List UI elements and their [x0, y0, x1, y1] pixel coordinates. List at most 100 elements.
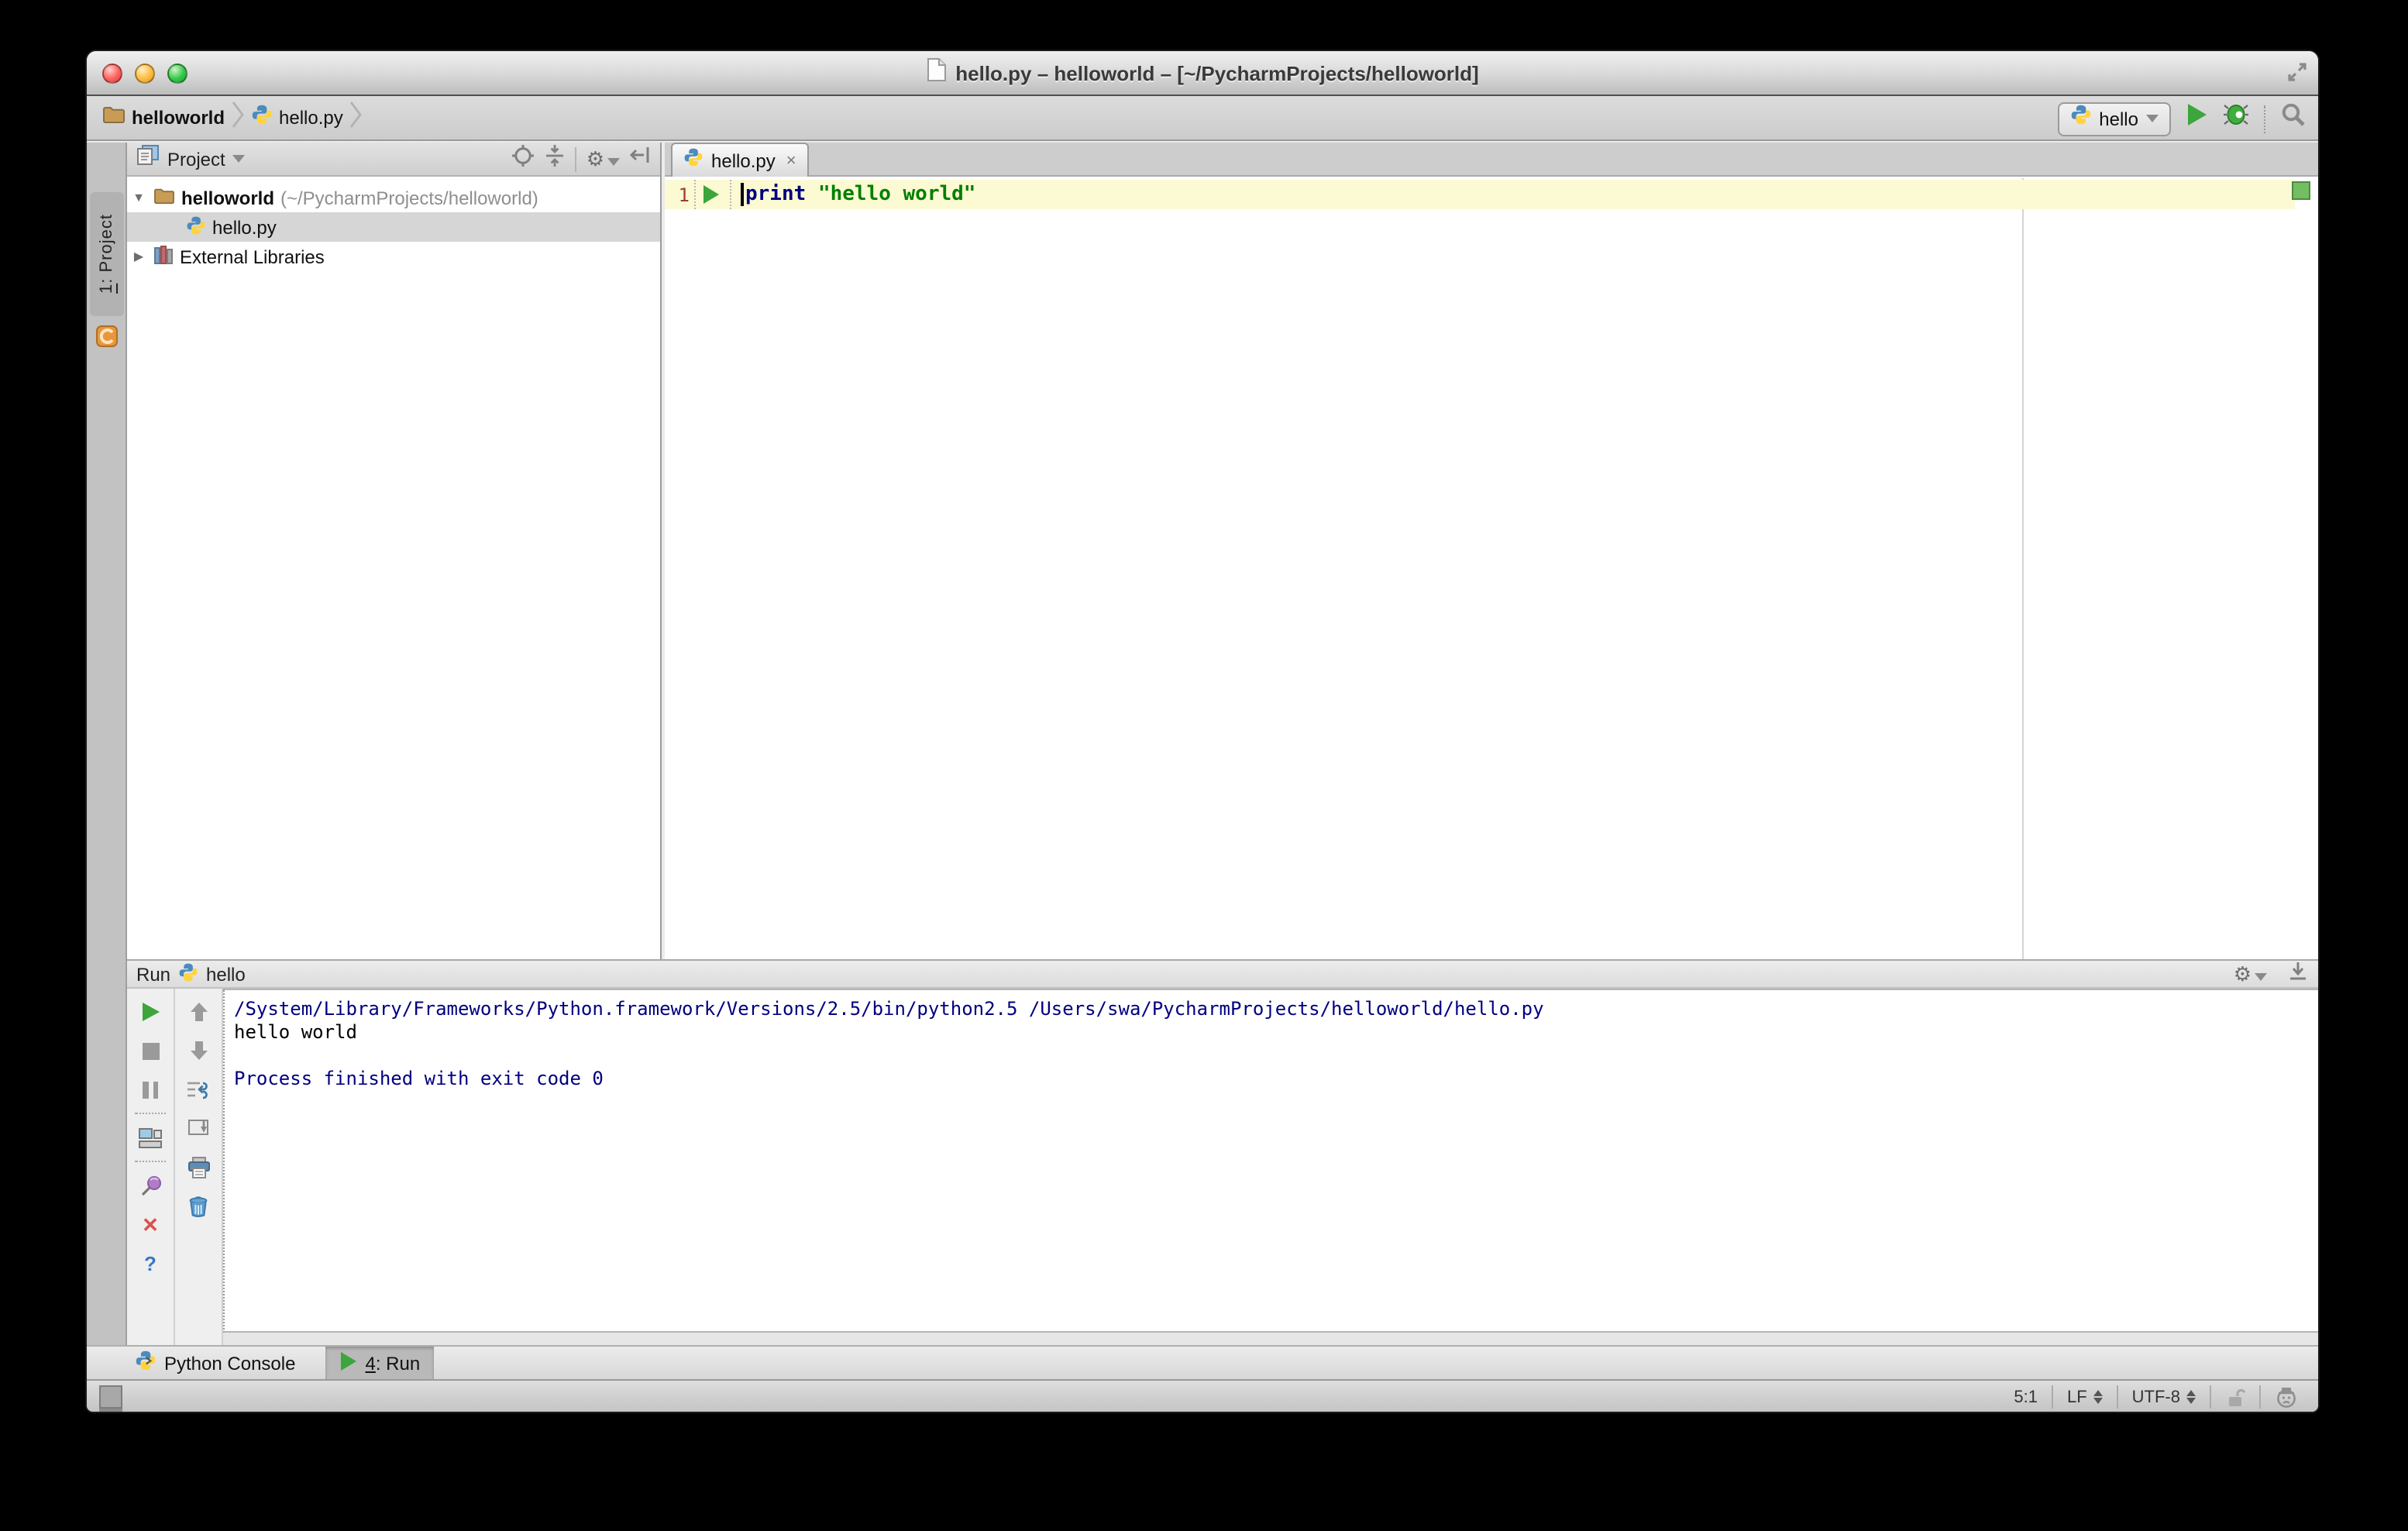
console-line: Process finished with exit code 0 [234, 1068, 604, 1089]
run-green-icon [339, 1350, 357, 1375]
toolbar-separator [2264, 105, 2267, 132]
settings-gear-icon[interactable]: ⚙ [2234, 963, 2267, 985]
pycharm-logo-icon [96, 325, 118, 355]
inspection-status-indicator[interactable] [2292, 181, 2310, 200]
readonly-lock-icon[interactable] [2210, 1385, 2259, 1409]
search-icon[interactable] [2281, 102, 2306, 135]
python-icon [2069, 104, 2091, 133]
run-tool-button-label: 4: Run [365, 1352, 421, 1374]
soft-wrap-icon[interactable] [184, 1079, 212, 1100]
pause-output-button[interactable] [136, 1079, 164, 1100]
tree-row-hello-py[interactable]: hello.py [127, 212, 660, 242]
close-window-button[interactable] [102, 63, 122, 83]
toolbar-separator [575, 146, 577, 171]
navigation-bar: helloworld hello.py hello [87, 96, 2318, 141]
code-line-1[interactable]: 1 print "hello world" [665, 180, 2295, 209]
locate-file-icon[interactable] [512, 143, 535, 174]
prev-occurrence-icon[interactable] [184, 1001, 212, 1023]
python-icon [178, 962, 198, 986]
chevron-right-icon [231, 100, 245, 136]
run-control-toolbar: ✕ ? [127, 989, 175, 1345]
toggle-tool-buttons-icon[interactable] [99, 1385, 122, 1408]
print-icon[interactable] [184, 1156, 212, 1178]
tree-expanded-icon[interactable]: ▼ [130, 191, 147, 205]
python-console-label: Python Console [164, 1352, 296, 1374]
project-tool-window-tab-label: 1: Project [98, 214, 116, 294]
updown-chevrons-icon [2186, 1390, 2196, 1404]
code-string: "hello world" [817, 183, 976, 206]
desktop: hello.py – helloworld – [~/PycharmProjec… [0, 0, 2408, 1531]
run-tool-window: Run hello ⚙ ✕ ? /System/Library/Framewor… [127, 959, 2318, 1345]
console-line: hello world [234, 1021, 357, 1043]
chevron-down-icon[interactable] [232, 155, 246, 163]
minimize-window-button[interactable] [135, 63, 155, 83]
collapse-all-icon[interactable] [545, 143, 566, 174]
pycharm-window: hello.py – helloworld – [~/PycharmProjec… [87, 51, 2318, 1412]
text-caret [741, 183, 744, 206]
zoom-window-button[interactable] [167, 63, 187, 83]
project-tree: ▼ helloworld (~/PycharmProjects/hellowor… [127, 177, 660, 271]
run-line-gutter-icon[interactable] [696, 184, 725, 205]
run-configuration-select[interactable]: hello [2057, 101, 2171, 136]
hide-panel-icon[interactable] [629, 144, 651, 174]
traffic-lights [102, 63, 187, 83]
caret-position-widget[interactable]: 5:1 [2000, 1385, 2052, 1409]
editor-area: hello.py × 1 print "hello world" [665, 143, 2318, 959]
line-separator-widget[interactable]: LF [2051, 1385, 2117, 1409]
hide-panel-down-icon[interactable] [2287, 961, 2309, 987]
project-tool-window-tab[interactable]: 1: Project [90, 192, 124, 316]
breadcrumb-project[interactable]: helloworld [132, 107, 225, 129]
toolbar-separator [135, 1161, 166, 1162]
python-console-icon [135, 1350, 157, 1376]
tree-row-external-libraries[interactable]: ▶ External Libraries [127, 242, 660, 271]
chevron-down-icon [2146, 115, 2159, 122]
restore-layout-button[interactable] [136, 1127, 164, 1148]
console-line: /System/Library/Frameworks/Python.framew… [234, 998, 1544, 1020]
folder-icon [153, 186, 175, 209]
close-tab-icon[interactable]: × [786, 151, 796, 170]
run-tool-button[interactable]: 4: Run [325, 1346, 435, 1380]
tree-collapsed-icon[interactable]: ▶ [130, 249, 147, 263]
title-bar[interactable]: hello.py – helloworld – [~/PycharmProjec… [87, 51, 2318, 96]
fullscreen-resize-icon[interactable] [2286, 60, 2309, 91]
highlighting-level-hector-icon[interactable] [2259, 1385, 2312, 1409]
breadcrumb-file[interactable]: hello.py [279, 107, 343, 129]
python-file-icon [251, 103, 273, 132]
status-bar: 5:1 LF UTF-8 [87, 1379, 2318, 1412]
console-toolbar [175, 989, 223, 1345]
project-panel-header: Project ⚙ [127, 143, 660, 177]
python-file-icon [186, 215, 206, 239]
help-button[interactable]: ? [136, 1252, 164, 1274]
line-number: 1 [678, 184, 690, 205]
python-console-tool-button[interactable]: Python Console [121, 1346, 309, 1380]
run-panel-title: Run [136, 963, 171, 985]
editor-tab-hello-py[interactable]: hello.py × [671, 143, 809, 177]
debug-button[interactable] [2222, 102, 2250, 135]
python-file-icon [683, 146, 703, 174]
stop-button[interactable] [136, 1040, 164, 1061]
tree-node-name: External Libraries [180, 246, 325, 267]
code-editor[interactable]: 1 print "hello world" [665, 178, 2318, 959]
tree-row-project-root[interactable]: ▼ helloworld (~/PycharmProjects/hellowor… [127, 183, 660, 212]
rerun-button[interactable] [136, 1001, 164, 1023]
encoding-widget[interactable]: UTF-8 [2116, 1385, 2210, 1409]
clear-all-icon[interactable] [184, 1195, 212, 1216]
settings-gear-icon[interactable]: ⚙ [587, 145, 620, 173]
close-panel-button[interactable]: ✕ [136, 1213, 164, 1235]
run-panel-header[interactable]: Run hello ⚙ [127, 959, 2318, 989]
pin-tab-button[interactable] [136, 1175, 164, 1196]
folder-icon [102, 104, 126, 132]
breadcrumb: helloworld hello.py [102, 100, 363, 136]
next-occurrence-icon[interactable] [184, 1040, 212, 1061]
left-tool-strip: 1: Project [87, 143, 127, 1393]
console-output[interactable]: /System/Library/Frameworks/Python.framew… [223, 989, 2318, 1333]
project-panel-title[interactable]: Project [167, 148, 225, 170]
run-button[interactable] [2185, 102, 2208, 135]
updown-chevrons-icon [2093, 1390, 2103, 1404]
window-title: hello.py – helloworld – [~/PycharmProjec… [955, 61, 1479, 84]
right-margin-guide [2022, 178, 2024, 959]
scroll-to-end-icon[interactable] [184, 1117, 212, 1139]
run-panel-config-name: hello [206, 963, 246, 985]
project-view-icon [136, 144, 160, 174]
